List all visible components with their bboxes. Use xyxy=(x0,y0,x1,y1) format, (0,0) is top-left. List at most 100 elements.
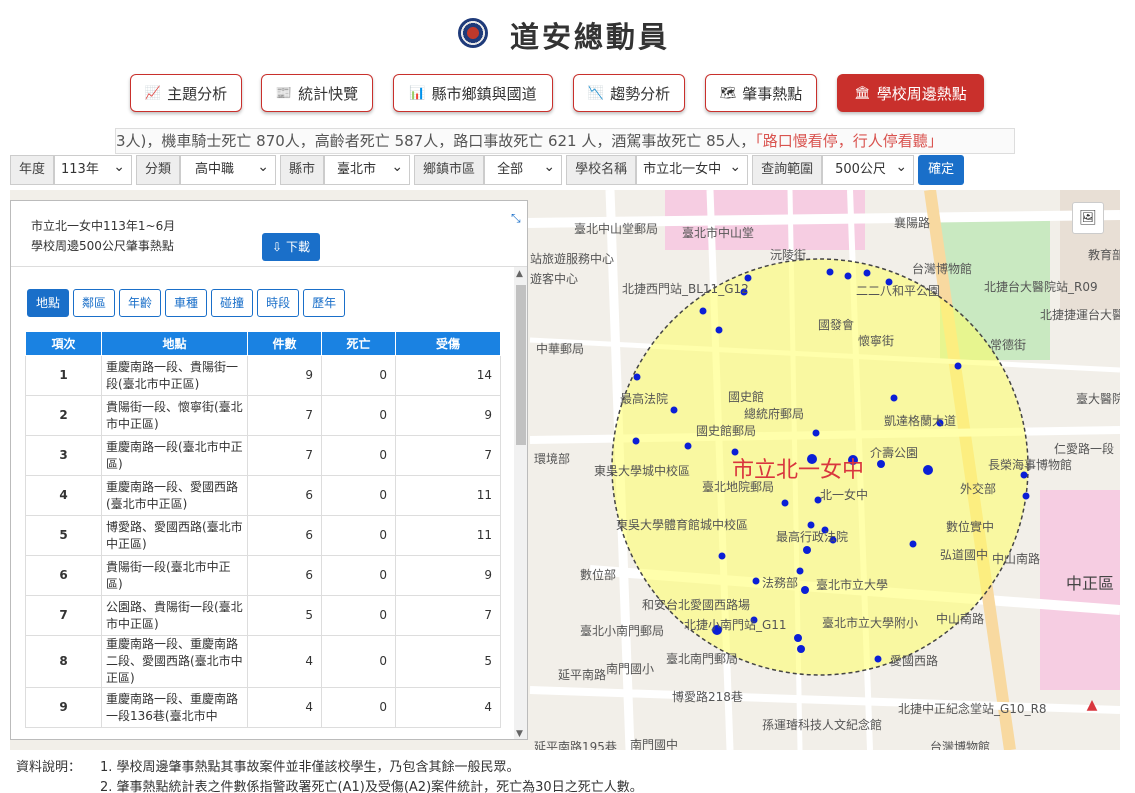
collapse-icon[interactable]: ⤡ xyxy=(511,211,521,226)
nav-city-highway-button[interactable]: 📊 縣市鄉鎮與國道 xyxy=(393,74,553,112)
map-label: 台灣博物館 xyxy=(930,740,991,750)
year-select[interactable]: 113年 xyxy=(54,153,133,185)
table-row[interactable]: 9 重慶南路一段、重慶南路一段136巷(臺北市中 4 0 4 xyxy=(25,687,501,728)
table-row[interactable]: 1 重慶南路一段、貴陽街一段(臺北市中正區) 9 0 14 xyxy=(25,355,501,396)
city-select[interactable]: 臺北市 xyxy=(324,153,411,185)
image-icon: 🖼 xyxy=(1079,210,1097,226)
map-label: 二二八和平公園 xyxy=(856,284,941,298)
district-label: 鄉鎮市區 xyxy=(414,155,485,185)
map-label: 北捷中正紀念堂站_G10_R8 xyxy=(898,702,1047,716)
panel-scrollbar[interactable]: ▲ ▼ xyxy=(514,267,527,739)
table-cell-injury: 11 xyxy=(395,515,501,556)
table-cell-idx: 8 xyxy=(25,635,102,688)
tab-collision[interactable]: 碰撞 xyxy=(211,289,254,317)
panel-subtitle: 學校周邊500公尺肇事熱點 xyxy=(31,239,174,253)
area-chart-icon: 📉 xyxy=(587,85,605,101)
site-title: 道安總動員 xyxy=(510,20,671,54)
map-label: 外交部 xyxy=(960,482,997,496)
school-select[interactable]: 市立北一女中 xyxy=(636,153,749,185)
map-label: 博愛路218巷 xyxy=(672,690,743,704)
table-cell-death: 0 xyxy=(321,395,396,436)
map-label: 中華郵局 xyxy=(536,342,585,356)
table-cell-loc: 重慶南路一段、貴陽街一段(臺北市中正區) xyxy=(101,355,248,396)
map-label: 中山南路 xyxy=(992,552,1041,566)
scroll-down-icon[interactable]: ▼ xyxy=(516,729,523,739)
column-header: 件數 xyxy=(247,331,322,356)
note-2: 2. 肇事熱點統計表之件數係指警政署死亡(A1)及受傷(A2)案件統計，死亡為3… xyxy=(100,780,643,793)
map-label: 常德街 xyxy=(990,338,1027,352)
table-cell-death: 0 xyxy=(321,515,396,556)
map-label: 臺北南門郵局 xyxy=(666,652,739,666)
confirm-button[interactable]: 確定 xyxy=(918,155,965,185)
map-label: 北捷西門站_BL11_G12 xyxy=(622,282,749,296)
table-cell-idx: 2 xyxy=(25,395,102,436)
header: 道安總動員 xyxy=(0,0,1135,70)
range-label: 查詢範圍 xyxy=(752,155,823,185)
police-logo-icon xyxy=(458,18,488,48)
news-ticker: 3人)，機車騎士死亡 870人，高齡者死亡 587人，路口事故死亡 621 人，… xyxy=(115,128,1015,154)
map-label: 東吳大學城中校區 xyxy=(594,464,691,478)
map-label: 中山南路 xyxy=(936,612,985,626)
map-label: 北捷台大醫院站_R09 xyxy=(984,280,1098,294)
table-cell-injury: 9 xyxy=(395,555,501,596)
nav-school-hotspot-button[interactable]: 🏛 學校周邊熱點 xyxy=(837,74,984,112)
map-label: 教育部 xyxy=(1088,248,1120,262)
table-cell-loc: 博愛路、愛國西路(臺北市中正區) xyxy=(101,515,248,556)
column-header: 死亡 xyxy=(321,331,396,356)
map-label: 中正區 xyxy=(1066,574,1115,593)
tab-neighbor[interactable]: 鄰區 xyxy=(73,289,116,317)
tab-time[interactable]: 時段 xyxy=(257,289,300,317)
line-chart-icon: 📈 xyxy=(144,85,162,101)
layer-toggle-button[interactable]: 🖼 xyxy=(1072,202,1104,234)
map-label: 南門國小 xyxy=(606,662,655,676)
map-label: 最高法院 xyxy=(620,392,669,406)
hotspot-panel: 市立北一女中113年1~6月 學校周邊500公尺肇事熱點 ⇩ 下載 ⤡ 地點 鄰… xyxy=(10,200,528,740)
map-label: 北捷捷運台大醫院站 xyxy=(1040,308,1120,322)
nav-stats-overview-button[interactable]: 📰 統計快覽 xyxy=(261,74,373,112)
tab-location[interactable]: 地點 xyxy=(27,289,70,317)
map-label: 沅陵街 xyxy=(770,248,807,262)
nav-hotspot-button[interactable]: 🗺 肇事熱點 xyxy=(705,74,817,112)
compass-icon: ▲ xyxy=(1086,697,1098,713)
tab-vehicle[interactable]: 車種 xyxy=(165,289,208,317)
nav-trend-analysis-button[interactable]: 📉 趨勢分析 xyxy=(573,74,685,112)
table-row[interactable]: 7 公園路、貴陽街一段(臺北市中正區) 5 0 7 xyxy=(25,595,501,636)
map-label: 南門國中 xyxy=(630,738,679,750)
map-label: 國史館郵局 xyxy=(696,424,757,438)
table-row[interactable]: 4 重慶南路一段、愛國西路(臺北市中正區) 6 0 11 xyxy=(25,475,501,516)
map-label: 孫運璿科技人文紀念館 xyxy=(762,718,883,732)
bar-chart-icon: 📊 xyxy=(409,85,426,101)
range-select[interactable]: 500公尺 xyxy=(822,153,915,185)
table-row[interactable]: 5 博愛路、愛國西路(臺北市中正區) 6 0 11 xyxy=(25,515,501,556)
newspaper-icon: 📰 xyxy=(275,85,293,101)
tab-history[interactable]: 歷年 xyxy=(303,289,346,317)
district-select[interactable]: 全部 xyxy=(484,153,563,185)
hotspot-table: 項次 地點 件數 死亡 受傷 1 重慶南路一段、貴陽街一段(臺北市中正區) 9 0 14… xyxy=(25,331,501,728)
tab-age[interactable]: 年齡 xyxy=(119,289,162,317)
map-icon: 🗺 xyxy=(719,85,737,101)
scroll-thumb[interactable] xyxy=(516,285,526,445)
nav-theme-analysis-button[interactable]: 📈 主題分析 xyxy=(130,74,242,112)
map-label: 懷寧街 xyxy=(858,334,895,348)
panel-title: 市立北一女中113年1~6月 xyxy=(31,219,176,233)
download-button[interactable]: ⇩ 下載 xyxy=(262,233,320,261)
table-cell-death: 0 xyxy=(321,355,396,396)
map-label: 延平南路 xyxy=(558,668,607,682)
map-label: 長榮海事博物館 xyxy=(988,458,1073,472)
table-row[interactable]: 6 貴陽街一段(臺北市中正區) 6 0 9 xyxy=(25,555,501,596)
map-label: 國發會 xyxy=(818,318,855,332)
category-select[interactable]: 高中職 xyxy=(180,153,277,185)
table-cell-loc: 貴陽街一段、懷寧街(臺北市中正區) xyxy=(101,395,248,436)
panel-header: 市立北一女中113年1~6月 學校周邊500公尺肇事熱點 ⇩ 下載 ⤡ xyxy=(11,201,527,267)
table-row[interactable]: 2 貴陽街一段、懷寧街(臺北市中正區) 7 0 9 xyxy=(25,395,501,436)
table-cell-death: 0 xyxy=(321,435,396,476)
scroll-up-icon[interactable]: ▲ xyxy=(516,269,523,279)
table-cell-idx: 5 xyxy=(25,515,102,556)
table-row[interactable]: 3 重慶南路一段(臺北市中正區) 7 0 7 xyxy=(25,435,501,476)
map-label: 臺北市立大學附小 xyxy=(822,616,919,630)
table-cell-injury: 7 xyxy=(395,595,501,636)
panel-tabs: 地點 鄰區 年齡 車種 碰撞 時段 歷年 xyxy=(27,289,346,317)
table-row[interactable]: 8 重慶南路一段、重慶南路二段、愛國西路(臺北市中正區) 4 0 5 xyxy=(25,635,501,688)
school-name-label: 市立北一女中 xyxy=(732,458,865,483)
map-label: 臺大醫院 xyxy=(1076,392,1120,406)
